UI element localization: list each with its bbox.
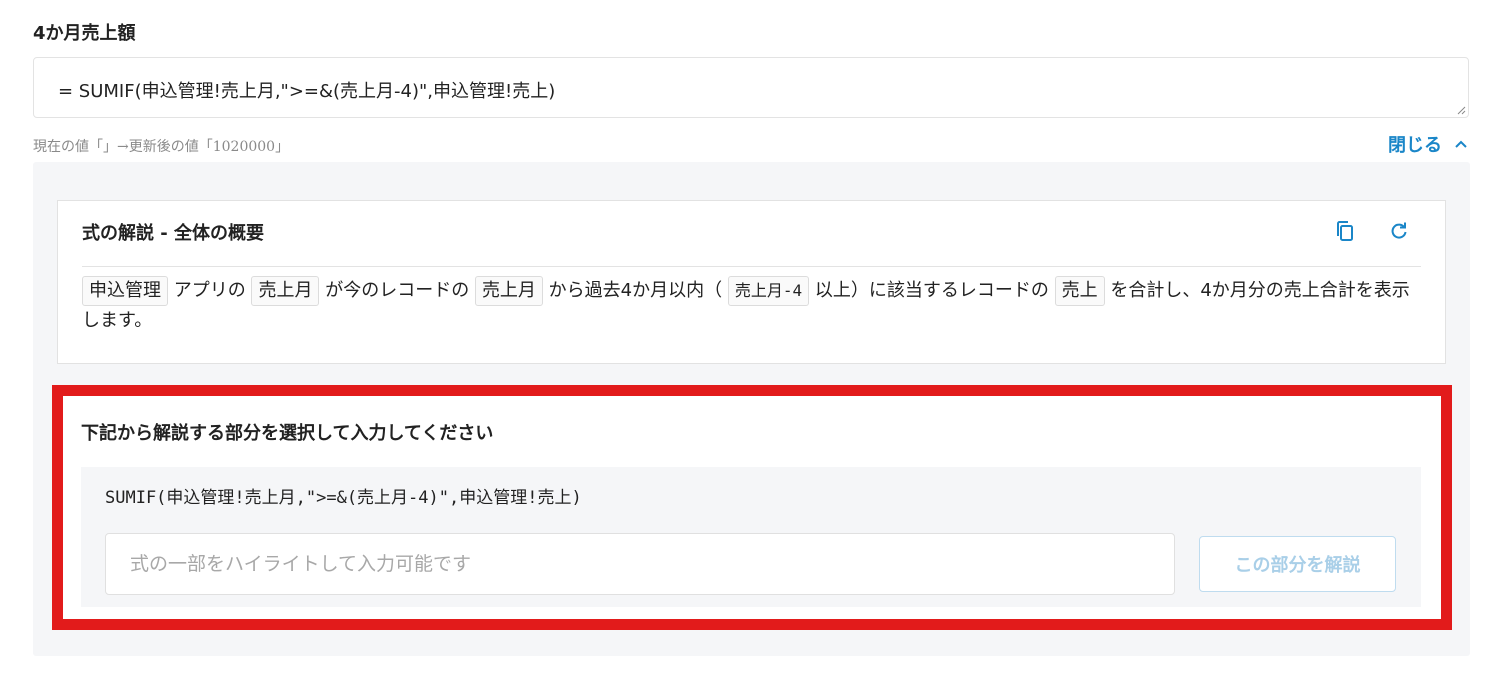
overview-text: が今のレコードの — [325, 280, 470, 301]
refresh-button[interactable] — [1387, 219, 1411, 243]
explain-part-button[interactable]: この部分を解説 — [1199, 536, 1396, 592]
field-label: 4か月売上額 — [33, 23, 136, 44]
overview-actions — [1333, 219, 1411, 243]
copy-icon — [1337, 221, 1353, 241]
formula-text: = SUMIF(申込管理!売上月,">=&(売上月-4)",申込管理!売上) — [58, 81, 556, 102]
overview-text: 以上）に該当するレコードの — [814, 280, 1049, 301]
field-chip: 売上月 — [474, 276, 543, 306]
expression-chip: 売上月-4 — [727, 276, 810, 306]
app-chip: 申込管理 — [82, 276, 168, 306]
overview-title: 式の解説 - 全体の概要 — [82, 223, 265, 244]
overview-text: アプリの — [173, 280, 246, 301]
overview-divider — [82, 266, 1421, 267]
highlight-input[interactable] — [105, 533, 1175, 595]
refresh-icon — [1391, 222, 1407, 239]
explanation-panel: 式の解説 - 全体の概要 申込管理 アプリの 売上月 が今のレコードの 売上月 — [33, 162, 1470, 656]
field-chip: 売上月 — [251, 276, 320, 306]
field-chip: 売上 — [1054, 276, 1105, 306]
select-highlight-frame: 下記から解説する部分を選択して入力してください SUMIF(申込管理!売上月,"… — [52, 385, 1452, 630]
formula-code[interactable]: SUMIF(申込管理!売上月,">=&(売上月-4)",申込管理!売上) — [105, 483, 582, 508]
overview-card: 式の解説 - 全体の概要 申込管理 アプリの 売上月 が今のレコードの 売上月 — [57, 200, 1446, 364]
value-note: 現在の値「」→更新後の値「1020000」 — [33, 139, 290, 155]
close-label: 閉じる — [1388, 135, 1442, 156]
copy-button[interactable] — [1333, 219, 1357, 243]
select-title: 下記から解説する部分を選択して入力してください — [81, 423, 494, 444]
resize-grip-icon[interactable] — [1456, 105, 1466, 115]
chevron-up-icon — [1455, 140, 1467, 148]
select-area: SUMIF(申込管理!売上月,">=&(売上月-4)",申込管理!売上) この部… — [81, 467, 1421, 607]
formula-textarea[interactable]: = SUMIF(申込管理!売上月,">=&(売上月-4)",申込管理!売上) — [33, 57, 1469, 118]
overview-body: 申込管理 アプリの 売上月 が今のレコードの 売上月 から過去4か月以内（ 売上… — [82, 276, 1422, 336]
overview-text: から過去4か月以内（ — [548, 280, 723, 301]
close-button[interactable]: 閉じる — [1388, 131, 1468, 157]
